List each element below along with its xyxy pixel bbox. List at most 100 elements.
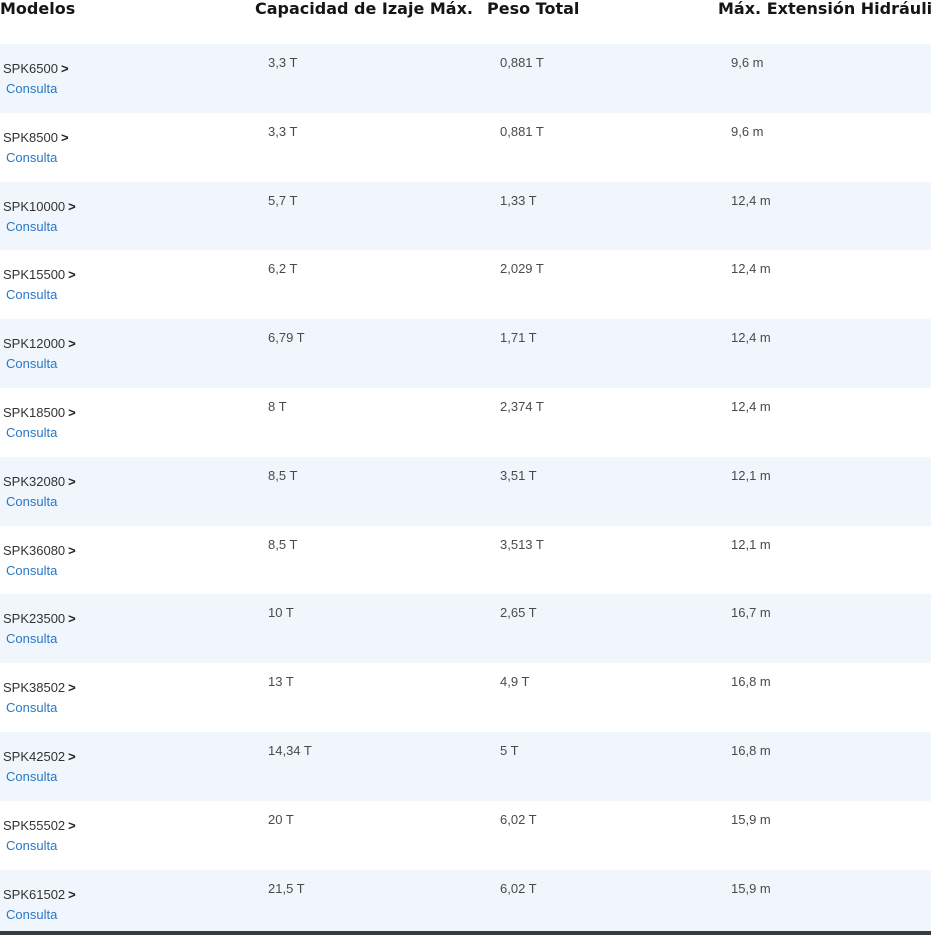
capacity-cell: 10 T: [268, 605, 294, 621]
model-link[interactable]: SPK10000 >: [3, 199, 76, 214]
chevron-right-icon: >: [68, 817, 76, 833]
consulta-link[interactable]: Consulta: [6, 563, 57, 578]
capacity-cell: 5,7 T: [268, 192, 298, 208]
model-link[interactable]: SPK12000 >: [3, 336, 76, 351]
consulta-link[interactable]: Consulta: [6, 150, 57, 165]
consulta-link[interactable]: Consulta: [6, 907, 57, 922]
consulta-link[interactable]: Consulta: [6, 838, 57, 853]
chevron-right-icon: >: [68, 473, 76, 489]
model-link[interactable]: SPK8500 >: [3, 130, 69, 145]
weight-cell: 2,374 T: [500, 398, 544, 414]
model-name: SPK38502: [3, 680, 66, 696]
header-capacidad: Capacidad de Izaje Máx.: [255, 0, 473, 18]
extension-cell: 9,6 m: [731, 123, 764, 139]
consulta-link[interactable]: Consulta: [6, 219, 57, 234]
table-row: SPK15500 > Consulta 6,2 T 2,029 T 12,4 m: [0, 250, 931, 320]
extension-cell: 15,9 m: [731, 880, 771, 896]
header-extension: Máx. Extensión Hidráulica: [718, 0, 931, 18]
table-row: SPK8500 > Consulta 3,3 T 0,881 T 9,6 m: [0, 112, 931, 182]
extension-cell: 12,4 m: [731, 398, 771, 414]
model-link[interactable]: SPK18500 >: [3, 405, 76, 420]
chevron-right-icon: >: [68, 680, 76, 696]
extension-cell: 16,8 m: [731, 674, 771, 690]
chevron-right-icon: >: [60, 129, 69, 145]
capacity-cell: 8,5 T: [268, 536, 298, 552]
consulta-link[interactable]: Consulta: [6, 494, 57, 509]
chevron-right-icon: >: [68, 267, 76, 283]
capacity-cell: 8 T: [268, 398, 287, 414]
weight-cell: 6,02 T: [500, 811, 537, 827]
model-name: SPK55502: [3, 817, 66, 833]
model-link[interactable]: SPK23500 >: [3, 611, 76, 626]
model-link[interactable]: SPK6500 >: [3, 61, 69, 76]
table-row: SPK61502 > Consulta 21,5 T 6,02 T 15,9 m: [0, 869, 931, 935]
weight-cell: 2,65 T: [500, 605, 537, 621]
capacity-cell: 3,3 T: [268, 123, 298, 139]
table-row: SPK12000 > Consulta 6,79 T 1,71 T 12,4 m: [0, 319, 931, 388]
consulta-link[interactable]: Consulta: [6, 81, 57, 96]
header-peso-total: Peso Total: [487, 0, 580, 18]
weight-cell: 5 T: [500, 742, 519, 758]
model-name: SPK36080: [3, 542, 66, 558]
table-row: SPK42502 > Consulta 14,34 T 5 T 16,8 m: [0, 731, 931, 801]
consulta-link[interactable]: Consulta: [6, 425, 57, 440]
capacity-cell: 6,2 T: [268, 261, 298, 277]
table-row: SPK10000 > Consulta 5,7 T 1,33 T 12,4 m: [0, 181, 931, 251]
model-link[interactable]: SPK61502 >: [3, 887, 76, 902]
chevron-right-icon: >: [68, 336, 76, 352]
chevron-right-icon: >: [60, 61, 69, 76]
extension-cell: 15,9 m: [731, 811, 771, 827]
model-name: SPK15500: [3, 267, 66, 283]
consulta-link[interactable]: Consulta: [6, 356, 57, 371]
model-link[interactable]: SPK36080 >: [3, 543, 76, 558]
consulta-link[interactable]: Consulta: [6, 631, 57, 646]
model-link[interactable]: SPK38502 >: [3, 680, 76, 695]
model-link[interactable]: SPK55502 >: [3, 818, 76, 833]
chevron-right-icon: >: [68, 611, 76, 627]
extension-cell: 9,6 m: [731, 55, 764, 70]
page: Modelos Capacidad de Izaje Máx. Peso Tot…: [0, 0, 931, 935]
extension-cell: 16,8 m: [731, 742, 771, 758]
capacity-cell: 20 T: [268, 811, 294, 827]
table-row: SPK23500 > Consulta 10 T 2,65 T 16,7 m: [0, 594, 931, 664]
model-name: SPK61502: [3, 886, 66, 902]
model-link[interactable]: SPK15500 >: [3, 267, 76, 282]
model-name: SPK6500: [3, 61, 58, 76]
model-name: SPK42502: [3, 748, 66, 764]
table-row: SPK32080 > Consulta 8,5 T 3,51 T 12,1 m: [0, 456, 931, 526]
weight-cell: 0,881 T: [500, 55, 544, 70]
extension-cell: 12,1 m: [731, 467, 771, 483]
weight-cell: 1,33 T: [500, 192, 537, 208]
weight-cell: 6,02 T: [500, 880, 537, 896]
chevron-right-icon: >: [68, 404, 76, 420]
bottom-divider: [0, 931, 931, 935]
capacity-cell: 14,34 T: [268, 742, 312, 758]
extension-cell: 12,1 m: [731, 536, 771, 552]
chevron-right-icon: >: [68, 198, 76, 214]
consulta-link[interactable]: Consulta: [6, 700, 57, 715]
table-body: SPK6500 > Consulta 3,3 T 0,881 T 9,6 m SPK8500…: [0, 44, 931, 935]
chevron-right-icon: >: [68, 542, 76, 558]
extension-cell: 16,7 m: [731, 605, 771, 621]
extension-cell: 12,4 m: [731, 330, 771, 346]
table-row: SPK55502 > Consulta 20 T 6,02 T 15,9 m: [0, 800, 931, 870]
table-header: Modelos Capacidad de Izaje Máx. Peso Tot…: [0, 0, 931, 44]
model-name: SPK10000: [3, 198, 66, 214]
model-name: SPK12000: [3, 336, 66, 352]
consulta-link[interactable]: Consulta: [6, 769, 57, 784]
table-row: SPK36080 > Consulta 8,5 T 3,513 T 12,1 m: [0, 525, 931, 595]
chevron-right-icon: >: [68, 886, 76, 902]
chevron-right-icon: >: [68, 748, 76, 764]
capacity-cell: 3,3 T: [268, 55, 298, 70]
extension-cell: 12,4 m: [731, 192, 771, 208]
capacity-cell: 6,79 T: [268, 330, 305, 346]
model-name: SPK23500: [3, 611, 66, 627]
model-name: SPK18500: [3, 404, 66, 420]
weight-cell: 3,51 T: [500, 467, 537, 483]
model-link[interactable]: SPK32080 >: [3, 474, 76, 489]
capacity-cell: 13 T: [268, 674, 294, 690]
model-name: SPK8500: [3, 129, 58, 145]
model-name: SPK32080: [3, 473, 66, 489]
consulta-link[interactable]: Consulta: [6, 287, 57, 302]
model-link[interactable]: SPK42502 >: [3, 749, 76, 764]
